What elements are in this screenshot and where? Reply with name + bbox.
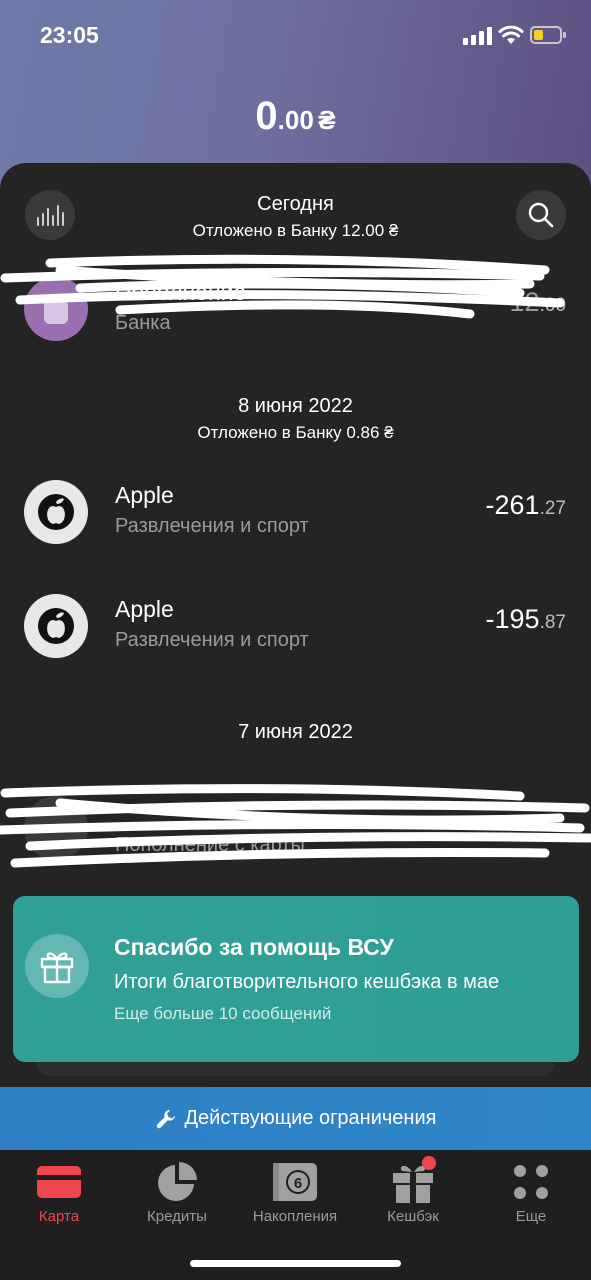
tab-savings[interactable]: 6 Накопления [236,1158,354,1225]
tab-more[interactable]: Еще [472,1158,590,1225]
promo-card[interactable]: Спасибо за помощь ВСУ Итоги благотворите… [13,896,579,1062]
tab-label: Накопления [252,1208,338,1225]
more-dots-icon [514,1165,548,1199]
status-bar: 23:05 [0,0,591,70]
currency-symbol: ₴ [318,105,336,135]
download-icon [24,796,88,860]
tab-cashback[interactable]: Кешбэк [354,1156,472,1225]
transaction-row[interactable]: Пополнение с карты [0,796,591,876]
transaction-category: Развлечения и спорт [115,629,309,651]
card-icon [37,1166,81,1198]
section-jar-summary: Отложено в Банку 0.86 ₴ [197,423,394,442]
battery-icon [530,26,566,44]
wrench-icon [156,1109,175,1128]
pie-chart-icon [158,1162,197,1201]
section-date: 8 июня 2022 [238,395,353,417]
transaction-row[interactable]: Apple Развлечения и спорт -261.27 [0,480,591,560]
transaction-amount: -261.27 [485,490,566,520]
promo-more-messages: Еще больше 10 сообщений [114,1004,332,1023]
section-header-today: Сегодня Отложено в Банку 12.00 ₴ [0,193,591,241]
promo-text: Итоги благотворительного кешбэка в мае [114,971,500,993]
transaction-category: Банка [115,312,171,334]
transaction-category: Пополнение с карты [115,834,305,856]
transaction-category: Развлечения и спорт [115,515,309,537]
transaction-amount: -195.87 [485,604,566,634]
apple-icon [24,594,88,658]
active-limits-button[interactable]: Действующие ограничения [0,1087,591,1150]
apple-icon [24,480,88,544]
tab-label: Кешбэк [387,1208,439,1225]
gift-icon [25,934,89,998]
tab-card[interactable]: Карта [0,1158,118,1225]
tab-label: Карта [38,1208,80,1225]
tab-credits[interactable]: Кредиты [118,1158,236,1225]
transaction-amount: 12.00 [509,287,566,317]
wifi-icon [498,25,524,44]
section-date: 7 июня 2022 [238,721,353,743]
balance-display: 0.00 ₴ [0,94,591,139]
section-header-june-7: 7 июня 2022 [0,721,591,744]
active-limits-label: Действующие ограничения [184,1107,437,1129]
section-header-june-8: 8 июня 2022 Отложено в Банку 0.86 ₴ [0,395,591,443]
home-indicator [190,1260,401,1267]
transaction-name: Apple [115,482,174,508]
safe-icon: 6 [273,1163,317,1201]
promo-title: Спасибо за помощь ВСУ [114,934,394,960]
balance-whole: 0 [255,94,278,138]
safe-number: 6 [294,1175,302,1192]
cellular-signal-icon [463,27,493,45]
transaction-name: Пополнение [115,279,247,305]
tab-label: Кредиты [147,1208,207,1225]
section-jar-summary: Отложено в Банку 12.00 ₴ [192,221,399,240]
section-date: Сегодня [257,193,334,215]
status-time: 23:05 [40,22,99,48]
transaction-row[interactable]: Apple Развлечения и спорт -195.87 [0,594,591,674]
transaction-name: Apple [115,596,174,622]
jar-icon [24,277,88,341]
transaction-row[interactable]: Пополнение Банка 12.00 [0,277,591,357]
balance-fraction: .00 [277,105,314,135]
notification-dot [422,1156,436,1170]
tab-label: Еще [515,1208,547,1225]
